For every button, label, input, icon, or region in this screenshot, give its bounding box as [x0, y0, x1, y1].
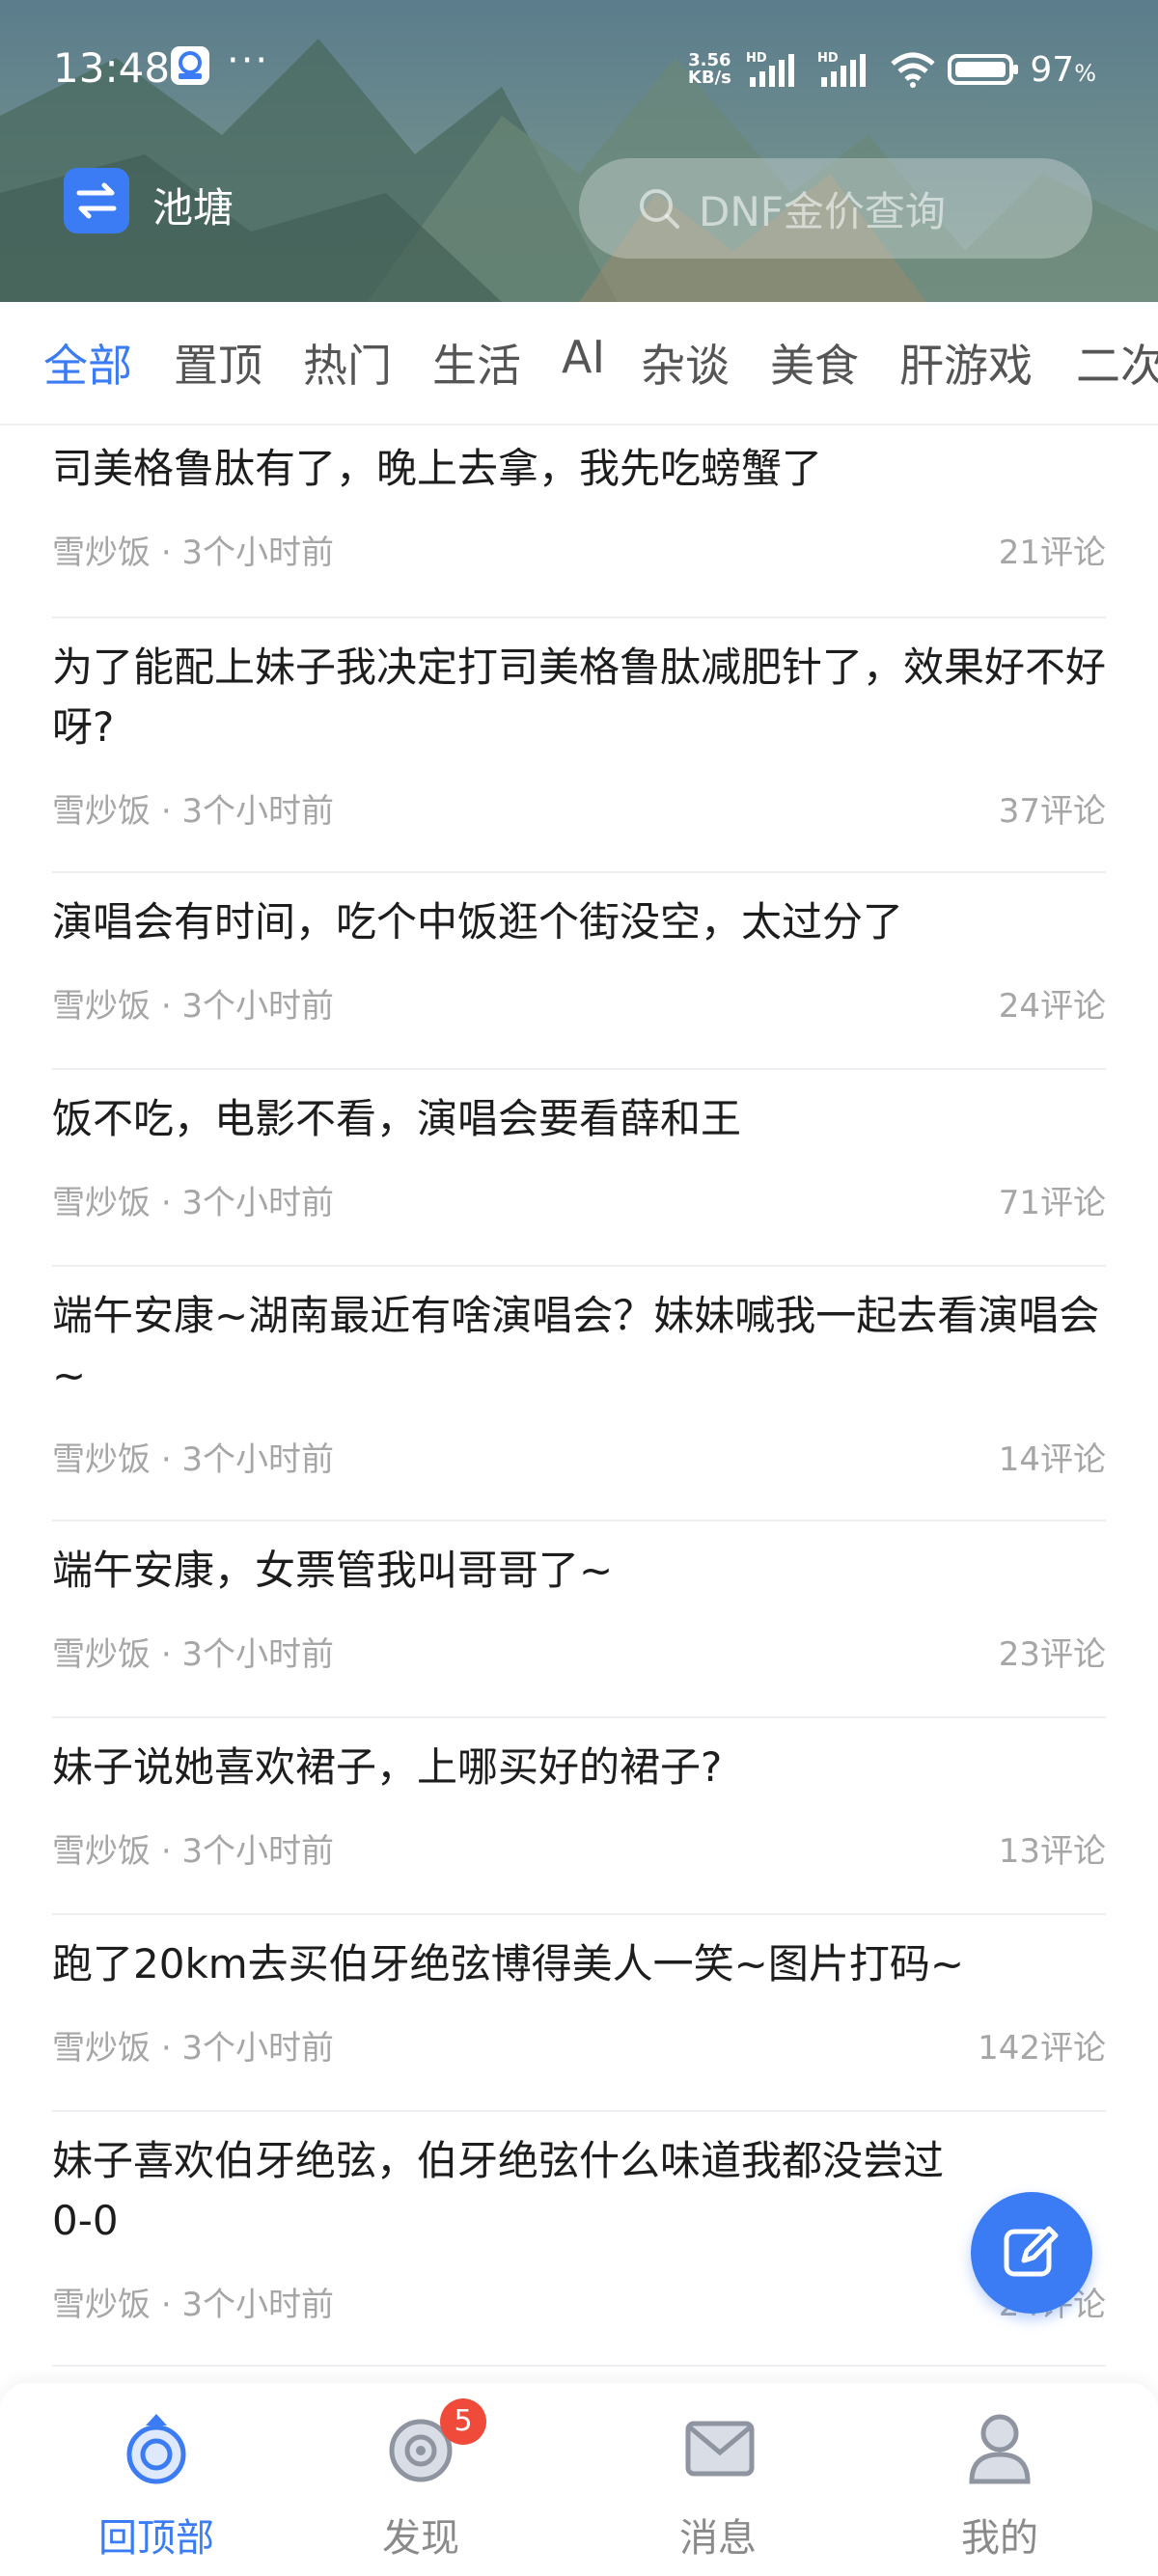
status-indicators: 3.56 KB/s HD HD 97%: [682, 46, 1096, 93]
nav-discover[interactable]: 5 发现: [315, 2398, 527, 2572]
tab-acg[interactable]: 二次: [1076, 331, 1158, 395]
signal-1-label: HD: [746, 51, 767, 66]
post-meta: 雪炒饭 · 3个小时前 13评论: [52, 1797, 1106, 1880]
nav-label: 我的: [961, 2516, 1038, 2561]
top-icon: [126, 2414, 186, 2484]
post-comments: 142评论: [978, 2029, 1106, 2068]
bottom-nav: 回顶部 5 发现 消息 我的: [0, 2383, 1158, 2576]
nav-messages[interactable]: 消息: [612, 2398, 824, 2572]
post-item[interactable]: 司美格鲁肽有了，晚上去拿，我先吃螃蟹了 雪炒饭 · 3个小时前 21评论: [52, 425, 1106, 618]
post-comments: 24评论: [998, 987, 1106, 1026]
wifi-icon: [891, 52, 936, 88]
post-item[interactable]: 演唱会有时间，吃个中饭逛个街没空，太过分了 雪炒饭 · 3个小时前 24评论: [52, 873, 1106, 1070]
post-item[interactable]: 妹子喜欢伯牙绝弦，伯牙绝弦什么味道我都没尝过0-0 雪炒饭 · 3个小时前 24…: [52, 2112, 1106, 2367]
post-meta: 雪炒饭 · 3个小时前 14评论: [52, 1406, 1106, 1489]
post-author: 雪炒饭 · 3个小时前: [52, 1184, 335, 1222]
signal-2-label: HD: [817, 51, 839, 66]
cellular-signal-2-icon: HD: [817, 51, 867, 87]
nav-label: 发现: [382, 2516, 459, 2561]
tab-hot[interactable]: 热门: [303, 331, 392, 395]
post-title[interactable]: 跑了20km去买伯牙绝弦博得美人一笑~图片打码~: [52, 1915, 1106, 1994]
profile-icon: [969, 2414, 1031, 2484]
post-author: 雪炒饭 · 3个小时前: [52, 2029, 335, 2068]
cellular-signal-icon: HD: [746, 51, 795, 87]
post-item[interactable]: 为了能配上妹子我决定打司美格鲁肽减肥针了，效果好不好呀? 雪炒饭 · 3个小时前…: [52, 618, 1106, 873]
post-author: 雪炒饭 · 3个小时前: [52, 1832, 335, 1871]
post-meta: 雪炒饭 · 3个小时前 21评论: [52, 499, 1106, 582]
tab-all[interactable]: 全部: [43, 331, 132, 395]
tab-pinned[interactable]: 置顶: [174, 331, 262, 395]
post-meta: 雪炒饭 · 3个小时前 24评论: [52, 2251, 1106, 2334]
battery-percent: 97%: [1030, 49, 1096, 90]
status-bar: 13:48 ··· 3.56 KB/s HD HD 97%: [0, 0, 1158, 135]
network-speed: 3.56 KB/s: [682, 52, 736, 87]
header-banner: 13:48 ··· 3.56 KB/s HD HD 97% 池塘 DNF金价查询: [0, 0, 1158, 302]
page-title: 池塘: [152, 184, 234, 232]
post-item[interactable]: 妹子说她喜欢裙子，上哪买好的裙子? 雪炒饭 · 3个小时前 13评论: [52, 1718, 1106, 1915]
edit-icon: [1004, 2226, 1059, 2277]
post-item[interactable]: 饭不吃，电影不看，演唱会要看薛和王 雪炒饭 · 3个小时前 71评论: [52, 1070, 1106, 1267]
post-title[interactable]: 司美格鲁肽有了，晚上去拿，我先吃螃蟹了: [52, 425, 1106, 499]
nav-profile[interactable]: 我的: [894, 2398, 1106, 2572]
post-title[interactable]: 妹子喜欢伯牙绝弦，伯牙绝弦什么味道我都没尝过0-0: [52, 2112, 1106, 2251]
swap-arrows-icon: [76, 182, 117, 219]
category-tabs: 全部 置顶 热门 生活 AI 杂谈 美食 肝游戏 二次: [0, 302, 1158, 425]
network-speed-unit: KB/s: [687, 68, 731, 88]
post-author: 雪炒饭 · 3个小时前: [52, 1635, 335, 1674]
post-title[interactable]: 演唱会有时间，吃个中饭逛个街没空，太过分了: [52, 873, 1106, 952]
nav-label: 消息: [679, 2516, 757, 2561]
post-meta: 雪炒饭 · 3个小时前 71评论: [52, 1149, 1106, 1232]
search-icon: [640, 189, 679, 229]
post-item[interactable]: 跑了20km去买伯牙绝弦博得美人一笑~图片打码~ 雪炒饭 · 3个小时前 142…: [52, 1915, 1106, 2112]
search-input[interactable]: DNF金价查询: [579, 158, 1092, 259]
post-title[interactable]: 妹子说她喜欢裙子，上哪买好的裙子?: [52, 1718, 1106, 1797]
tab-life[interactable]: 生活: [432, 331, 521, 395]
tab-games[interactable]: 肝游戏: [899, 331, 1033, 395]
post-comments: 21评论: [998, 534, 1106, 572]
tab-chat[interactable]: 杂谈: [641, 331, 730, 395]
post-item[interactable]: 端午安康~湖南最近有啥演唱会？妹妹喊我一起去看演唱会~ 雪炒饭 · 3个小时前 …: [52, 1267, 1106, 1521]
post-meta: 雪炒饭 · 3个小时前 142评论: [52, 1994, 1106, 2077]
post-meta: 雪炒饭 · 3个小时前 24评论: [52, 952, 1106, 1035]
search-placeholder: DNF金价查询: [699, 187, 946, 235]
status-time: 13:48: [53, 44, 171, 92]
post-meta: 雪炒饭 · 3个小时前 37评论: [52, 757, 1106, 840]
post-comments: 13评论: [998, 1832, 1106, 1871]
post-author: 雪炒饭 · 3个小时前: [52, 2286, 335, 2324]
post-meta: 雪炒饭 · 3个小时前 23评论: [52, 1601, 1106, 1684]
post-item[interactable]: 端午安康，女票管我叫哥哥了~ 雪炒饭 · 3个小时前 23评论: [52, 1521, 1106, 1718]
post-comments: 14评论: [998, 1440, 1106, 1479]
notification-badge: 5: [440, 2398, 486, 2445]
nav-label: 回顶部: [98, 2516, 214, 2561]
post-title[interactable]: 端午安康，女票管我叫哥哥了~: [52, 1521, 1106, 1601]
post-author: 雪炒饭 · 3个小时前: [52, 792, 335, 831]
header-nav: 池塘 DNF金价查询: [0, 154, 1158, 260]
switch-community-button[interactable]: [64, 168, 129, 233]
post-title[interactable]: 为了能配上妹子我决定打司美格鲁肽减肥针了，效果好不好呀?: [52, 618, 1106, 757]
tab-ai[interactable]: AI: [562, 331, 605, 383]
post-author: 雪炒饭 · 3个小时前: [52, 987, 335, 1026]
post-comments: 71评论: [998, 1184, 1106, 1222]
post-comments: 23评论: [998, 1635, 1106, 1674]
more-notifications-icon: ···: [227, 39, 270, 83]
tab-food[interactable]: 美食: [770, 331, 859, 395]
post-title[interactable]: 端午安康~湖南最近有啥演唱会？妹妹喊我一起去看演唱会~: [52, 1267, 1106, 1406]
battery-icon: [948, 54, 1019, 85]
compose-post-button[interactable]: [971, 2192, 1092, 2314]
app-notification-icon: [171, 46, 209, 85]
post-list: 司美格鲁肽有了，晚上去拿，我先吃螃蟹了 雪炒饭 · 3个小时前 21评论 为了能…: [52, 425, 1106, 2367]
post-author: 雪炒饭 · 3个小时前: [52, 1440, 335, 1479]
mail-icon: [685, 2421, 755, 2477]
post-title[interactable]: 饭不吃，电影不看，演唱会要看薛和王: [52, 1070, 1106, 1149]
nav-back-to-top[interactable]: 回顶部: [50, 2398, 262, 2572]
post-author: 雪炒饭 · 3个小时前: [52, 534, 335, 572]
post-comments: 37评论: [998, 792, 1106, 831]
